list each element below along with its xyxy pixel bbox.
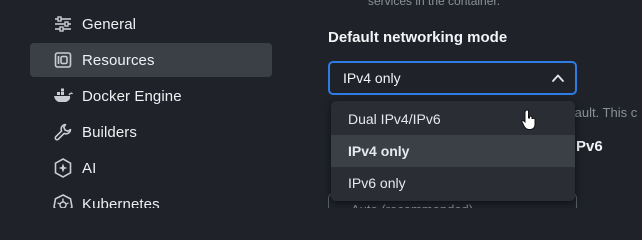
sidebar-item-builders[interactable]: Builders — [30, 115, 272, 149]
sidebar-item-label: General — [82, 15, 137, 33]
sidebar-item-label: Kubernetes — [82, 195, 160, 209]
hand-cursor-icon — [521, 109, 537, 131]
networking-mode-dropdown: Dual IPv4/IPv6 IPv4 only IPv6 only — [331, 101, 575, 201]
networking-mode-select-value: IPv4 only — [343, 70, 401, 86]
chevron-up-icon — [551, 71, 565, 85]
setting-description: fault. This c — [571, 105, 638, 120]
section-description: services in the container. — [368, 0, 501, 8]
dropdown-option-dual[interactable]: Dual IPv4/IPv6 — [331, 103, 575, 135]
sliders-icon — [52, 13, 74, 35]
sidebar-item-label: Builders — [82, 123, 137, 141]
sidebar-item-ai[interactable]: AI — [30, 151, 272, 185]
networking-mode-select[interactable]: IPv4 only — [328, 61, 577, 95]
resources-icon — [52, 49, 74, 71]
wrench-icon — [52, 121, 74, 143]
dropdown-option-ipv4[interactable]: IPv4 only — [331, 135, 575, 167]
sidebar-item-resources[interactable]: Resources — [30, 43, 272, 77]
dropdown-option-ipv6[interactable]: IPv6 only — [331, 167, 575, 199]
networking-mode-title: Default networking mode — [328, 29, 508, 46]
helm-icon — [52, 193, 74, 208]
sidebar-item-docker-engine[interactable]: Docker Engine — [30, 79, 272, 113]
ai-icon — [52, 157, 74, 179]
sidebar-item-kubernetes[interactable]: Kubernetes — [30, 187, 272, 208]
settings-sidebar: General Resources Docker Engine Builders… — [0, 0, 290, 208]
whale-icon — [52, 85, 74, 107]
sidebar-item-label: Resources — [82, 51, 155, 69]
sidebar-item-label: AI — [82, 159, 97, 177]
settings-window: General Resources Docker Engine Builders… — [0, 0, 642, 208]
sidebar-item-label: Docker Engine — [82, 87, 182, 105]
setting-heading: Pv6 — [576, 138, 603, 155]
sidebar-item-general[interactable]: General — [30, 7, 272, 41]
